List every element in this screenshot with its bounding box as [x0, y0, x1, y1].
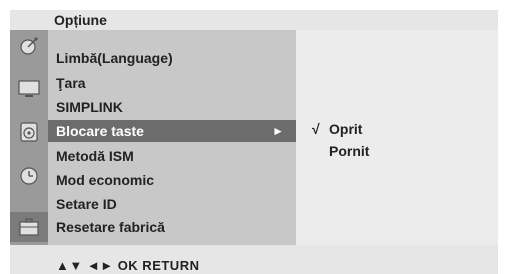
menu-item-simplink[interactable]: SIMPLINK [48, 96, 296, 118]
menu-item-ism-method[interactable]: Metodă ISM [48, 145, 296, 167]
menu-item-label: Blocare taste [56, 123, 144, 139]
submenu-option-on[interactable]: Pornit [329, 143, 369, 159]
menu-item-country[interactable]: Ţara [48, 72, 296, 94]
check-icon: √ [312, 121, 320, 137]
menu-item-label: Metodă ISM [56, 148, 134, 164]
briefcase-icon[interactable] [10, 212, 48, 242]
menu-item-label: Setare ID [56, 196, 117, 212]
menu-item-key-lock[interactable]: Blocare taste ► [48, 120, 296, 142]
menu-item-label: SIMPLINK [56, 99, 123, 115]
page-title: Opțiune [54, 12, 107, 28]
menu-item-set-id[interactable]: Setare ID [48, 193, 296, 215]
menu-item-label: Limbă(Language) [56, 50, 173, 66]
menu-item-factory-reset[interactable]: Resetare fabrică [48, 216, 296, 238]
menu-item-language[interactable]: Limbă(Language) [48, 47, 296, 69]
tv-screen-icon[interactable] [10, 74, 48, 104]
right-arrow-icon: ► [272, 124, 284, 138]
menu-item-eco-mode[interactable]: Mod economic [48, 169, 296, 191]
category-sidebar [10, 30, 48, 245]
speaker-icon[interactable] [10, 117, 48, 147]
navigation-hint: ▲▼ ◄► OK RETURN [56, 258, 200, 273]
clock-icon[interactable] [10, 160, 48, 190]
submenu-option-off[interactable]: Oprit [329, 121, 362, 137]
menu-item-label: Resetare fabrică [56, 219, 165, 235]
menu-item-label: Ţara [56, 75, 86, 91]
menu-item-label: Mod economic [56, 172, 155, 188]
satellite-dish-icon[interactable] [10, 32, 48, 62]
submenu-panel [296, 30, 498, 245]
